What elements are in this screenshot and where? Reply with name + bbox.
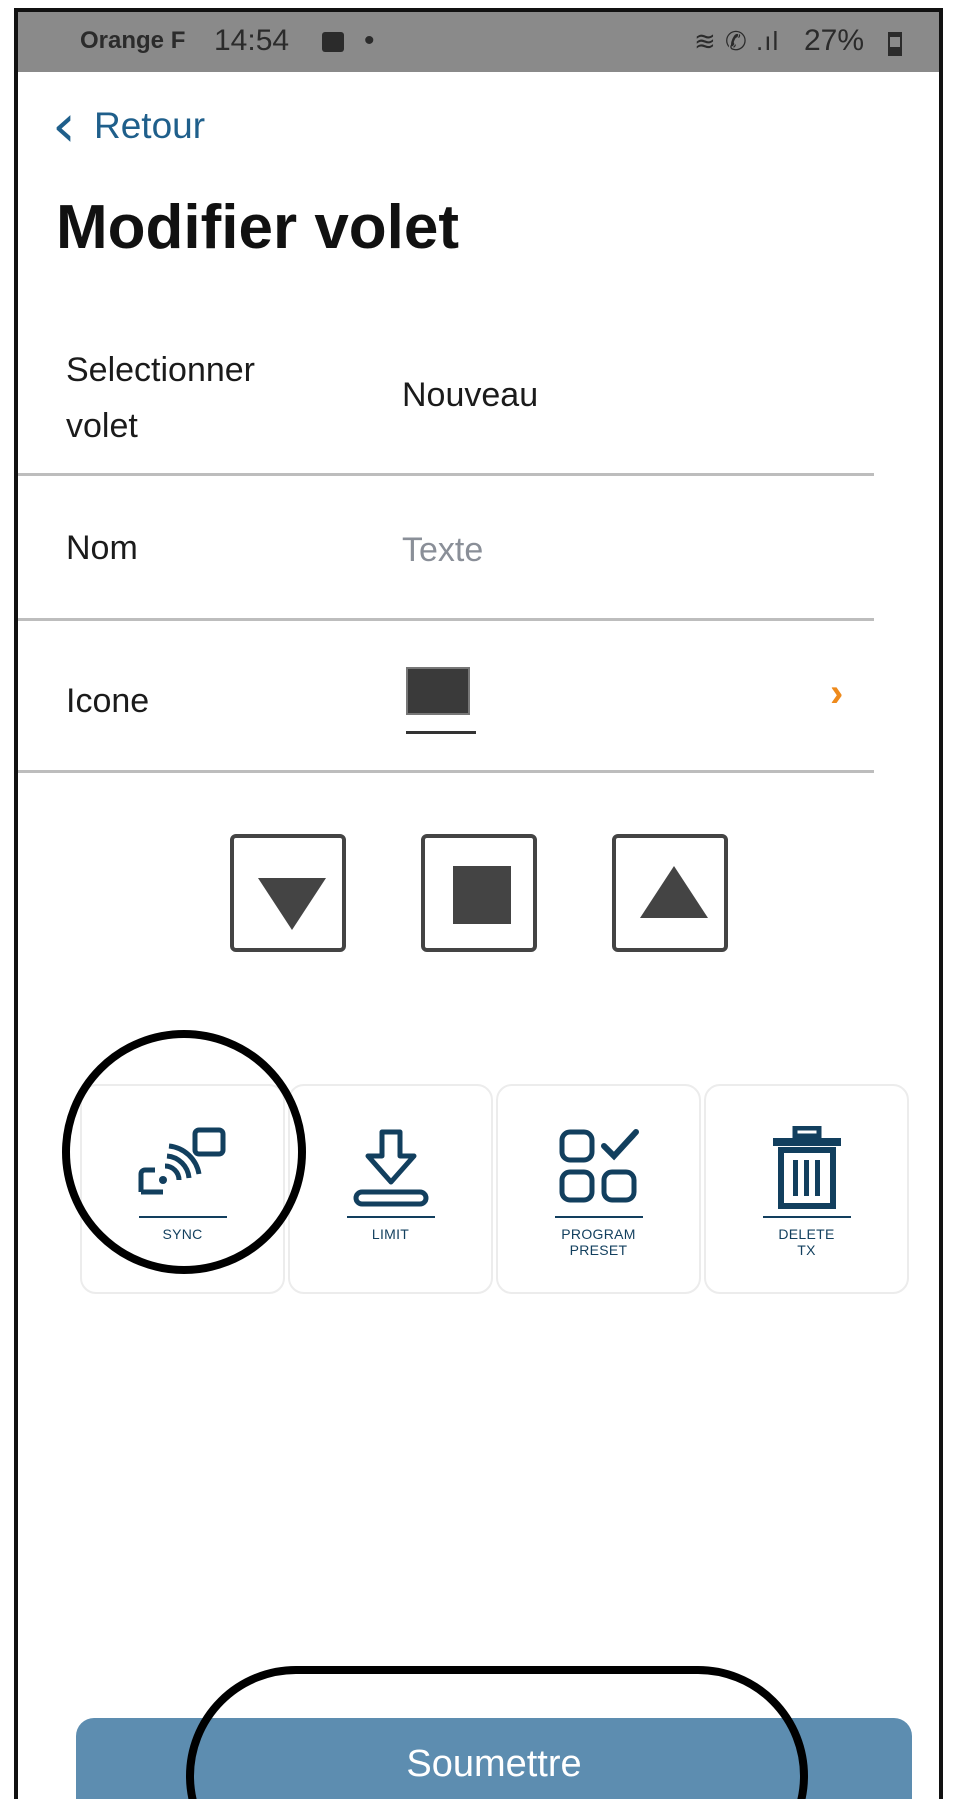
shutter-down-button[interactable]	[230, 834, 346, 952]
delete-icon	[772, 1126, 841, 1209]
select-shutter-row[interactable]: Selectionner volet Nouveau	[18, 328, 874, 476]
up-arrow-icon	[640, 866, 708, 918]
sync-label: SYNC	[162, 1226, 203, 1242]
back-label: Retour	[94, 105, 206, 146]
select-shutter-value[interactable]: Nouveau	[402, 376, 538, 415]
phone-screen: Orange F 14:54 • ≋ ✆ .ıl 27% ‹ Retour Mo…	[14, 8, 943, 1799]
sync-button[interactable]: SYNC	[80, 1084, 285, 1294]
carrier-name: Orange F	[80, 27, 186, 54]
icon-row[interactable]: Icone ›	[18, 621, 874, 773]
sync-underline	[138, 1216, 227, 1218]
limit-underline	[346, 1216, 435, 1218]
shutter-preview-icon	[406, 667, 476, 735]
name-input[interactable]: Texte	[402, 531, 483, 570]
status-bar: Orange F 14:54 • ≋ ✆ .ıl 27%	[18, 12, 939, 72]
signal-icons: ≋ ✆ .ıl	[694, 26, 780, 56]
page-title: Modifier volet	[56, 193, 460, 262]
sync-caption: SYNC	[82, 1226, 283, 1242]
delete-tx-label-line-2: TX	[797, 1242, 816, 1258]
program-preset-label-line-2: PRESET	[569, 1242, 628, 1258]
battery-level: 27%	[804, 24, 865, 57]
shutter-controls	[18, 834, 939, 956]
shutter-up-button[interactable]	[612, 834, 728, 952]
program-preset-caption: PROGRAM PRESET	[498, 1226, 699, 1258]
name-row: Nom Texte	[18, 476, 874, 621]
back-button[interactable]: ‹ Retour	[52, 96, 205, 156]
program-preset-button[interactable]: PROGRAM PRESET	[496, 1084, 701, 1294]
stop-icon	[453, 866, 511, 924]
chevron-left-icon: ‹	[52, 91, 76, 161]
program-preset-underline	[554, 1216, 643, 1218]
sync-icon	[138, 1127, 225, 1195]
limit-button[interactable]: LIMIT	[288, 1084, 493, 1294]
limit-label: LIMIT	[371, 1226, 410, 1242]
icon-label: Icone	[66, 682, 150, 720]
action-tiles: SYNC LIMIT PROGRAM PRESET DELETE TX	[62, 1084, 909, 1296]
name-label: Nom	[66, 529, 138, 567]
program-preset-label-line-1: PROGRAM	[561, 1226, 636, 1242]
delete-tx-label-line-1: DELETE	[778, 1226, 835, 1242]
delete-tx-caption: DELETE TX	[706, 1226, 907, 1258]
gallery-icon	[322, 32, 344, 52]
battery-icon	[888, 32, 902, 56]
shutter-stop-button[interactable]	[421, 834, 537, 952]
chevron-right-icon[interactable]: ›	[830, 671, 843, 716]
delete-tx-button[interactable]: DELETE TX	[704, 1084, 909, 1294]
clock: 14:54	[214, 24, 290, 57]
limit-icon	[353, 1129, 428, 1207]
select-shutter-label: Selectionner volet	[66, 351, 256, 445]
program-preset-icon	[559, 1129, 639, 1203]
delete-tx-underline	[762, 1216, 851, 1218]
submit-button[interactable]: Soumettre	[76, 1718, 912, 1799]
limit-caption: LIMIT	[290, 1226, 491, 1242]
down-arrow-icon	[258, 878, 326, 930]
notification-dot: •	[364, 24, 375, 57]
